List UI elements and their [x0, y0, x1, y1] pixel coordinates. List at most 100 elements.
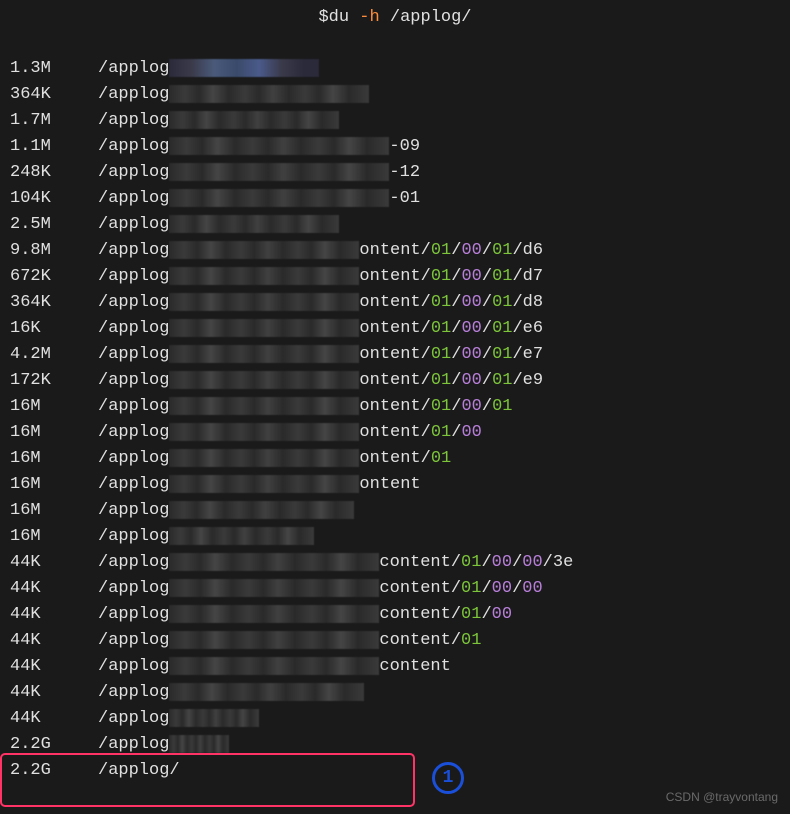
size-value: 172K [10, 371, 98, 390]
path-segment: 00 [461, 397, 481, 416]
size-value: 1.3M [10, 59, 98, 78]
output-row: 104K/applog-01 [10, 185, 780, 211]
output-row: 44K/applogcontent/01 [10, 627, 780, 653]
path-segment: 01 [492, 319, 512, 338]
size-value: 1.1M [10, 137, 98, 156]
size-value: 104K [10, 189, 98, 208]
path-segment: / [482, 371, 492, 390]
path-segment: / [482, 267, 492, 286]
path-segment: / [512, 553, 522, 572]
path-segment: 00 [492, 605, 512, 624]
path-segment: 01 [492, 241, 512, 260]
command-prompt-line: $du -h /applog/ [10, 8, 780, 27]
path-segment: 01 [431, 241, 451, 260]
path-segment: 00 [522, 579, 542, 598]
path-segment: 01 [461, 605, 481, 624]
path-segment: 00 [461, 293, 481, 312]
size-value: 672K [10, 267, 98, 286]
path-content: ontent [359, 475, 420, 494]
path-base: /applog [98, 605, 169, 624]
output-row: 44K/applogcontent/01/00/00/3e [10, 549, 780, 575]
redacted-segment [169, 59, 319, 77]
path-segment: / [482, 293, 492, 312]
output-row: 44K/applog [10, 705, 780, 731]
path-base: /applog [98, 215, 169, 234]
path-base: /applog [98, 579, 169, 598]
path-segment: 01 [431, 423, 451, 442]
path-content: ontent/ [359, 345, 430, 364]
path-base: /applog [98, 241, 169, 260]
redacted-segment [169, 85, 369, 103]
path-segment: / [451, 267, 461, 286]
redacted-segment [169, 111, 339, 129]
path-segment: 01 [431, 345, 451, 364]
size-value: 44K [10, 709, 98, 728]
path-base: /applog [98, 709, 169, 728]
output-row: 16M/applogontent/01 [10, 445, 780, 471]
path-segment: 01 [492, 293, 512, 312]
output-row: 172K/applogontent/01/00/01/e9 [10, 367, 780, 393]
path-base: /applog [98, 475, 169, 494]
redacted-segment [169, 293, 359, 311]
size-value: 2.5M [10, 215, 98, 234]
path-base: /applog [98, 163, 169, 182]
annotation-marker: 1 [432, 762, 464, 794]
path-base: /applog [98, 189, 169, 208]
redacted-segment [169, 163, 389, 181]
command-name: du [329, 8, 349, 27]
size-value: 16K [10, 319, 98, 338]
path-segment: /d6 [512, 241, 543, 260]
output-row: 248K/applog-12 [10, 159, 780, 185]
path-base: /applog [98, 423, 169, 442]
path-base: /applog [98, 527, 169, 546]
path-segment: / [482, 319, 492, 338]
size-value: 44K [10, 657, 98, 676]
path-segment: 00 [461, 241, 481, 260]
size-value: 44K [10, 683, 98, 702]
size-value: 44K [10, 553, 98, 572]
redacted-segment [169, 501, 354, 519]
output-rows: 1.3M/applog364K/applog1.7M/applog1.1M/ap… [10, 55, 780, 783]
output-row: 1.7M/applog [10, 107, 780, 133]
command-argument: /applog/ [390, 8, 472, 27]
path-content: ontent/ [359, 319, 430, 338]
path-content: ontent/ [359, 371, 430, 390]
redacted-segment [169, 397, 359, 415]
output-row: 672K/applogontent/01/00/01/d7 [10, 263, 780, 289]
path-segment: 01 [492, 267, 512, 286]
output-row: 16M/applogontent [10, 471, 780, 497]
path-segment: 00 [492, 579, 512, 598]
path-segment: 00 [522, 553, 542, 572]
path-segment: 01 [431, 449, 451, 468]
path-segment: 01 [431, 371, 451, 390]
output-row: 44K/applogcontent/01/00/00 [10, 575, 780, 601]
path-segment: 00 [492, 553, 512, 572]
size-value: 364K [10, 293, 98, 312]
path-base: /applog [98, 735, 169, 754]
path-segment: 01 [492, 397, 512, 416]
path-segment: / [451, 371, 461, 390]
path-segment: / [481, 553, 491, 572]
watermark-text: CSDN @trayvontang [666, 790, 778, 804]
path-content: ontent/ [359, 267, 430, 286]
size-value: 16M [10, 527, 98, 546]
path-content: ontent/ [359, 397, 430, 416]
output-row: 2.5M/applog [10, 211, 780, 237]
redacted-segment [169, 267, 359, 285]
path-segment: /e7 [512, 345, 543, 364]
path-suffix: -09 [389, 137, 420, 156]
path-segment: /e9 [512, 371, 543, 390]
output-row: 16M/applogontent/01/00 [10, 419, 780, 445]
size-value: 1.7M [10, 111, 98, 130]
path-segment: / [482, 397, 492, 416]
path-base: /applog [98, 449, 169, 468]
output-row: 44K/applogcontent/01/00 [10, 601, 780, 627]
output-row: 9.8M/applogontent/01/00/01/d6 [10, 237, 780, 263]
path-base: /applog [98, 631, 169, 650]
path-segment: / [451, 319, 461, 338]
path-content: ontent/ [359, 241, 430, 260]
size-value: 2.2G [10, 735, 98, 754]
redacted-segment [169, 709, 259, 727]
size-value: 44K [10, 631, 98, 650]
output-row: 16M/applog [10, 523, 780, 549]
